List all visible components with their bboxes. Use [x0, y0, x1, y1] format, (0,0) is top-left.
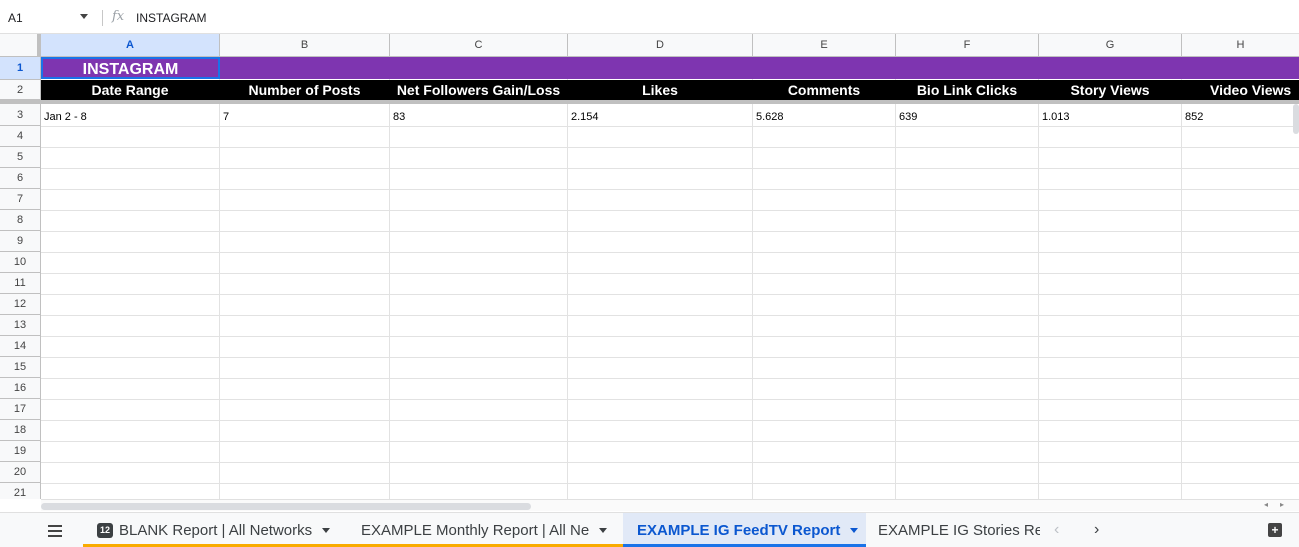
sheet-tab-ig-stories-report[interactable]: EXAMPLE IG Stories Re [864, 513, 1040, 547]
column-header-c[interactable]: C [390, 34, 568, 56]
column-header-row: A B C D E F G H [0, 34, 1299, 57]
row-header-15[interactable]: 15 [0, 357, 41, 378]
row-header-6[interactable]: 6 [0, 168, 41, 189]
sheet-tab-bar: 12 BLANK Report | All Networks EXAMPLE M… [0, 512, 1299, 547]
calendar-badge-icon: 12 [97, 522, 113, 538]
sheet-tab-label: BLANK Report | All Networks [119, 521, 313, 539]
row-header-3[interactable]: 3 [0, 104, 41, 126]
row-header-12[interactable]: 12 [0, 294, 41, 315]
fx-icon: fx [112, 9, 125, 24]
horizontal-scrollbar[interactable]: ◂ ▸ [41, 499, 1299, 511]
header-cell-date-range[interactable]: Date Range [41, 80, 219, 100]
scroll-left-icon[interactable]: ◂ [1264, 500, 1268, 509]
scroll-right-icon[interactable]: ▸ [1280, 500, 1284, 509]
header-cell-comments[interactable]: Comments [753, 80, 895, 100]
row-header-16[interactable]: 16 [0, 378, 41, 399]
header-cell-bio-link-clicks[interactable]: Bio Link Clicks [896, 80, 1038, 100]
sheet-tab-label: EXAMPLE IG FeedTV Report [637, 521, 841, 539]
row-header-2[interactable]: 2 [0, 80, 41, 100]
column-header-e[interactable]: E [753, 34, 896, 56]
name-box[interactable]: A1 [0, 6, 96, 30]
row-header-9[interactable]: 9 [0, 231, 41, 252]
row-header-17[interactable]: 17 [0, 399, 41, 420]
formula-input[interactable]: INSTAGRAM [136, 11, 206, 25]
title-row: INSTAGRAM [41, 57, 1299, 79]
column-header-h[interactable]: H [1182, 34, 1299, 56]
row-header-10[interactable]: 10 [0, 252, 41, 273]
data-cell-d3[interactable]: 2.154 [568, 107, 752, 127]
row-header-20[interactable]: 20 [0, 462, 41, 483]
formula-bar-divider [102, 10, 103, 26]
sheet-tab-monthly-report[interactable]: EXAMPLE Monthly Report | All Ne [347, 513, 623, 547]
data-cell-a3[interactable]: Jan 2 - 8 [41, 107, 219, 127]
sheet-tab-label: EXAMPLE IG Stories Re [878, 521, 1040, 539]
row-header-18[interactable]: 18 [0, 420, 41, 441]
chevron-down-icon[interactable] [322, 527, 331, 533]
data-cell-c3[interactable]: 83 [390, 107, 567, 127]
sheet-tab-blank-report[interactable]: 12 BLANK Report | All Networks [83, 513, 347, 547]
data-cell-g3[interactable]: 1.013 [1039, 107, 1181, 127]
column-header-a[interactable]: A [41, 34, 220, 56]
sheet-tab-ig-feedtv-report[interactable]: EXAMPLE IG FeedTV Report [623, 513, 866, 547]
row-header-5[interactable]: 5 [0, 147, 41, 168]
chevron-right-icon[interactable]: › [1094, 521, 1099, 539]
cell-grid[interactable]: INSTAGRAM Date Range Number of Posts Net… [41, 57, 1299, 499]
name-box-dropdown-icon[interactable] [80, 14, 88, 19]
sheet-tab-label: EXAMPLE Monthly Report | All Ne [361, 521, 590, 539]
row-header-14[interactable]: 14 [0, 336, 41, 357]
row-header-8[interactable]: 8 [0, 210, 41, 231]
row-header-7[interactable]: 7 [0, 189, 41, 210]
data-cell-f3[interactable]: 639 [896, 107, 1038, 127]
column-header-d[interactable]: D [568, 34, 753, 56]
name-box-value: A1 [8, 11, 23, 25]
column-header-g[interactable]: G [1039, 34, 1182, 56]
row-header-21[interactable]: 21 [0, 483, 41, 499]
header-cell-video-views[interactable]: Video Views [1182, 80, 1299, 100]
frozen-rows-divider[interactable] [0, 100, 1299, 104]
vertical-scrollbar[interactable] [1293, 104, 1299, 134]
title-cell-a1[interactable]: INSTAGRAM [41, 57, 220, 79]
header-cell-net-followers[interactable]: Net Followers Gain/Loss [390, 80, 567, 100]
row-header-1[interactable]: 1 [0, 57, 41, 80]
horizontal-scroll-thumb[interactable] [41, 503, 531, 510]
header-row: Date Range Number of Posts Net Followers… [41, 80, 1299, 100]
formula-bar: A1 fx INSTAGRAM [0, 0, 1299, 34]
header-cell-story-views[interactable]: Story Views [1039, 80, 1181, 100]
explore-icon[interactable]: + [1268, 523, 1282, 537]
row-header-11[interactable]: 11 [0, 273, 41, 294]
data-cell-h3[interactable]: 852 [1182, 107, 1299, 127]
column-header-b[interactable]: B [220, 34, 390, 56]
data-cell-b3[interactable]: 7 [220, 107, 389, 127]
row-header-4[interactable]: 4 [0, 126, 41, 147]
chevron-left-icon[interactable]: ‹ [1054, 521, 1059, 539]
header-cell-likes[interactable]: Likes [568, 80, 752, 100]
chevron-down-icon[interactable] [599, 527, 608, 533]
data-cell-e3[interactable]: 5.628 [753, 107, 895, 127]
row-header-19[interactable]: 19 [0, 441, 41, 462]
column-header-f[interactable]: F [896, 34, 1039, 56]
chevron-down-icon[interactable] [850, 527, 859, 533]
menu-icon[interactable] [48, 525, 64, 537]
row-header-13[interactable]: 13 [0, 315, 41, 336]
select-all-corner[interactable] [0, 34, 41, 56]
header-cell-number-of-posts[interactable]: Number of Posts [220, 80, 389, 100]
